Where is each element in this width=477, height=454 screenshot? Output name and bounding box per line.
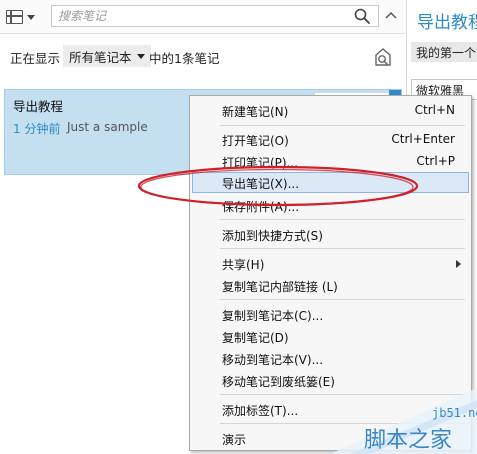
note-snippet: Just a sample (67, 120, 148, 134)
menu-item-label: 打开笔记(O) (222, 134, 289, 148)
menu-item-move-to-notebook[interactable]: 移动到笔记本(V)... (192, 348, 469, 369)
menu-item-export-note[interactable]: 导出笔记(X)... (192, 172, 469, 193)
menu-item-label: 添加标签(T)... (222, 404, 299, 418)
menu-item-shortcut: Ctrl+N (414, 103, 455, 117)
menu-item-label: 复制笔记内部链接 (L) (222, 280, 338, 294)
filter-row: 正在显示 所有笔记本 中的1条笔记 (0, 34, 406, 82)
editor-notebook-button[interactable]: 我的第一个 (411, 42, 477, 62)
share-icon[interactable] (372, 46, 394, 68)
menu-item-copy-to-notebook[interactable]: 复制到笔记本(C)... (192, 304, 469, 325)
menu-item-shortcut: Ctrl+Enter (391, 132, 455, 146)
menu-item-label: 共享(H) (222, 258, 265, 272)
notebook-selector[interactable]: 所有笔记本 (63, 45, 151, 67)
menu-separator (220, 219, 465, 220)
chevron-down-icon (136, 53, 145, 59)
menu-separator (220, 394, 465, 395)
note-title: 导出教程 (13, 99, 64, 114)
menu-separator (220, 299, 465, 300)
menu-item-add-tags[interactable]: 添加标签(T)... (192, 399, 469, 420)
menu-item-shortcut: Ctrl+P (416, 154, 455, 168)
menu-item-label: 保存附件(A)... (222, 200, 300, 214)
menu-item-label: 新建笔记(N) (222, 105, 289, 119)
menu-item-duplicate-note[interactable]: 复制笔记(D) (192, 326, 469, 347)
editor-note-title[interactable]: 导出教程 (417, 8, 477, 33)
menu-item-label: 导出笔记(X)... (222, 177, 300, 191)
chevron-up-icon[interactable] (384, 9, 398, 23)
chevron-down-icon (27, 14, 35, 20)
menu-item-move-to-trash[interactable]: 移动笔记到废纸篓(E) (192, 370, 469, 391)
watermark-site: jb51.net (432, 406, 477, 420)
filter-prefix: 正在显示 (10, 51, 61, 66)
menu-item-add-shortcut[interactable]: 添加到快捷方式(S) (192, 224, 469, 245)
search-icon[interactable] (354, 8, 370, 24)
search-input[interactable] (58, 8, 348, 24)
menu-item-open-note[interactable]: 打开笔记(O) Ctrl+Enter (192, 129, 469, 150)
grid-view-icon (6, 10, 23, 24)
notebook-selector-label: 所有笔记本 (69, 49, 132, 65)
menu-separator (220, 125, 465, 126)
menu-item-label: 移动到笔记本(V)... (222, 353, 324, 367)
menu-item-share[interactable]: 共享(H) (192, 253, 469, 274)
view-mode-button[interactable] (6, 7, 44, 27)
note-list-toolbar (0, 0, 406, 34)
menu-item-copy-internal-link[interactable]: 复制笔记内部链接 (L) (192, 275, 469, 296)
menu-item-label: 复制笔记(D) (222, 331, 289, 345)
note-count: 中的1条笔记 (149, 51, 220, 66)
menu-item-save-attachments[interactable]: 保存附件(A)... (192, 195, 469, 216)
menu-separator (220, 248, 465, 249)
menu-item-label: 演示 (222, 433, 247, 447)
watermark-name: 脚本之家 (364, 428, 453, 453)
menu-item-label: 移动笔记到废纸篓(E) (222, 375, 335, 389)
menu-item-label: 复制到笔记本(C)... (222, 309, 324, 323)
menu-item-print-note[interactable]: 打印笔记(P)... Ctrl+P (192, 151, 469, 172)
menu-item-label: 添加到快捷方式(S) (222, 229, 323, 243)
menu-item-new-note[interactable]: 新建笔记(N) Ctrl+N (192, 100, 469, 121)
note-context-menu: 新建笔记(N) Ctrl+N 打开笔记(O) Ctrl+Enter 打印笔记(P… (189, 95, 472, 451)
search-box[interactable] (51, 5, 379, 27)
menu-item-label: 打印笔记(P)... (222, 156, 299, 170)
submenu-arrow-icon (456, 260, 461, 268)
note-timestamp: 1 分钟前 (13, 122, 61, 136)
